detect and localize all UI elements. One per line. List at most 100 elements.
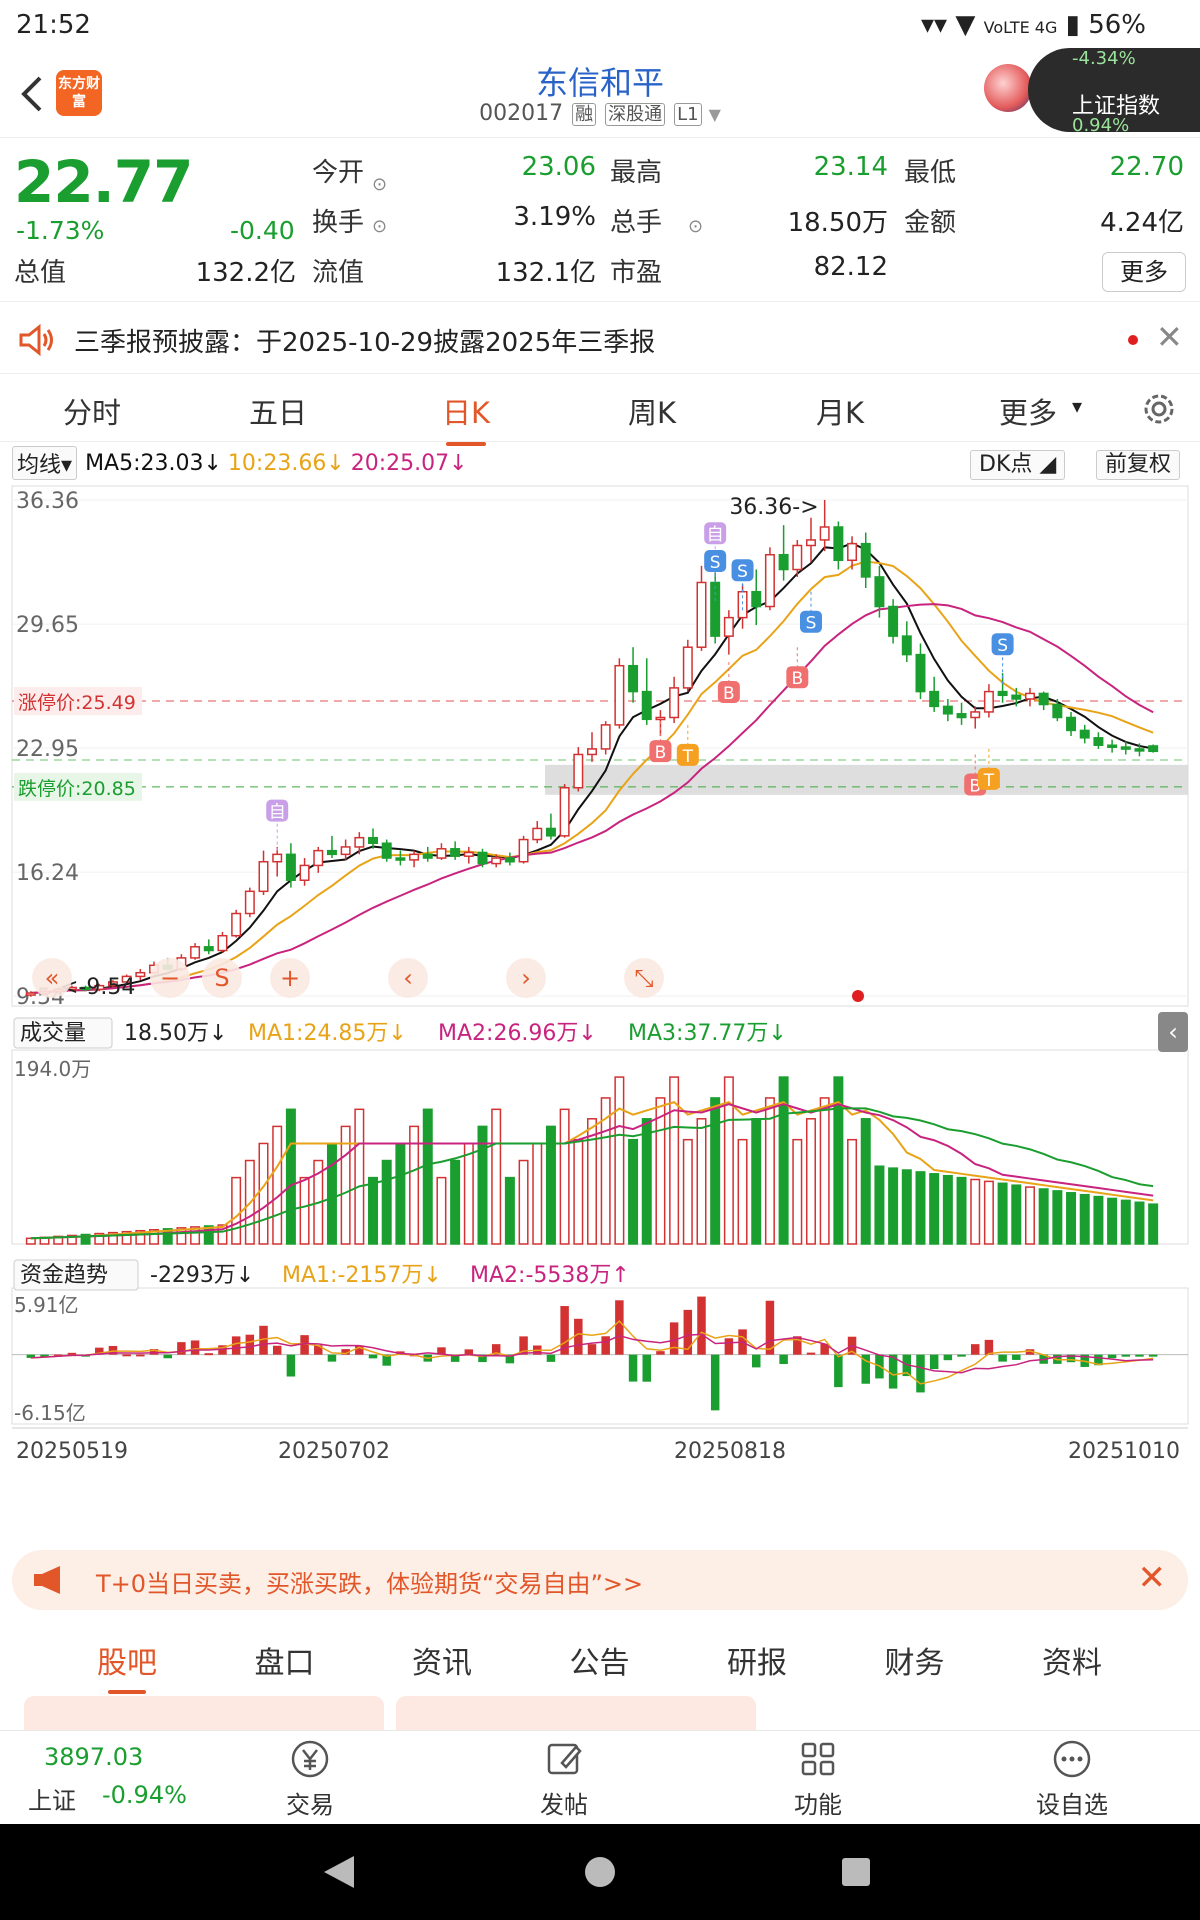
recents-nav-icon[interactable] [842, 1858, 870, 1886]
tab-content[interactable]: 研报 [702, 1638, 812, 1682]
home-nav-icon[interactable] [585, 1857, 615, 1887]
candle-body [600, 724, 611, 750]
index-change: -0.94% [102, 1781, 187, 1809]
status-time: 21:52 [16, 10, 91, 40]
chevron-down-icon: ▼ [708, 105, 721, 124]
forum-card-peek [396, 1696, 756, 1730]
tab-content[interactable]: 资料 [1017, 1638, 1127, 1682]
volume-bar [942, 1174, 953, 1245]
tab-content[interactable]: 资讯 [387, 1638, 497, 1682]
candle-body [190, 946, 201, 959]
candle-body [929, 690, 940, 708]
nav-trade[interactable]: 交易 [250, 1737, 370, 1820]
fund-bar [136, 1354, 145, 1357]
volume-bar [559, 1108, 570, 1245]
volume-bar [710, 1097, 721, 1245]
fund-bar [697, 1296, 706, 1355]
fund-bar [1107, 1354, 1117, 1359]
adjust-button[interactable]: 前复权 [1096, 450, 1181, 480]
candle-body [942, 705, 953, 715]
dk-point-button[interactable]: DK点 ◢ [970, 450, 1066, 480]
candle-body [1148, 745, 1159, 753]
candle-body [272, 853, 283, 863]
candle-body [285, 853, 296, 881]
promo-banner[interactable]: T+0当日买卖，买涨买跌，体验期货“交易自由”>> ✕ [12, 1550, 1188, 1610]
signal-label: S [737, 562, 748, 582]
kline-chart-area[interactable]: 36.3629.6522.9516.249.54涨停价:25.49跌停价:20.… [0, 484, 1200, 1544]
avatar[interactable] [984, 64, 1032, 112]
volume-bar [1024, 1186, 1035, 1245]
promo-text: T+0当日买卖，买涨买跌，体验期货“交易自由”>> [96, 1570, 644, 1598]
tab-period[interactable]: 更多 [968, 390, 1088, 432]
tab-period[interactable]: 五日 [218, 390, 338, 432]
candle-body [915, 653, 926, 693]
volume-bar [956, 1176, 967, 1245]
quote-value: 132.2亿 [195, 258, 296, 288]
volume-bar [901, 1169, 912, 1245]
candle-body [354, 836, 365, 848]
close-icon[interactable]: ✕ [1156, 318, 1183, 356]
tag-level: L1 [674, 103, 702, 126]
fund-bar [163, 1354, 172, 1359]
volume-bar [518, 1159, 529, 1245]
nav-post[interactable]: 发帖 [504, 1737, 624, 1820]
dk-point-label: DK点 [979, 452, 1033, 477]
fund-bar [67, 1352, 77, 1355]
volume-bar [997, 1182, 1008, 1245]
battery-icon: ▮ [1065, 10, 1080, 40]
date-axis-label: 20251010 [1068, 1439, 1180, 1464]
candle-body [1093, 737, 1104, 746]
tab-content[interactable]: 公告 [545, 1638, 655, 1682]
tab-period[interactable]: 日K [406, 390, 526, 446]
info-icon[interactable]: ⊙ [688, 216, 703, 237]
gear-icon[interactable] [1140, 390, 1178, 428]
candle-body [258, 860, 269, 893]
nav-add-watchlist-label: 设自选 [1036, 1791, 1108, 1819]
last-price: 22.77 [14, 148, 193, 216]
volume-bar [587, 1118, 597, 1245]
quote-label: 换手 [312, 208, 365, 238]
tab-period[interactable]: 分时 [32, 390, 152, 432]
latest-marker-dot [852, 990, 864, 1002]
fund-bar [300, 1335, 309, 1355]
info-icon[interactable]: ⊙ [372, 174, 387, 195]
promo-close-icon[interactable]: ✕ [1138, 1558, 1167, 1598]
volume-bar [847, 1138, 858, 1245]
nav-functions[interactable]: 功能 [758, 1737, 878, 1820]
fund-bar [1012, 1354, 1021, 1360]
volume-bar [682, 1138, 693, 1245]
fund-bar [779, 1354, 788, 1365]
more-quote-button[interactable]: 更多 [1102, 252, 1186, 292]
indicator-selector[interactable]: 均线▾ [12, 446, 78, 480]
tab-content[interactable]: 盘口 [230, 1638, 340, 1682]
candle-body [983, 690, 994, 713]
candle-body [956, 713, 967, 719]
tab-period[interactable]: 月K [780, 390, 900, 432]
info-icon[interactable]: ⊙ [372, 216, 387, 237]
tab-period[interactable]: 周K [592, 390, 712, 432]
ma20-value: 20:25.07↓ [350, 450, 468, 476]
volume-bar [970, 1178, 981, 1245]
candle-body [847, 542, 858, 562]
quote-value: 18.50万 [787, 208, 888, 238]
fund-bar [587, 1344, 597, 1355]
candle-body [1134, 748, 1145, 752]
period-tabs: 分时 五日 日K 周K 月K 更多 ▾ [0, 376, 1200, 446]
candle-body [25, 992, 36, 996]
nav-trade-label: 交易 [286, 1791, 334, 1819]
index-float-button[interactable]: -4.34% 上证指数 0.94% [1028, 48, 1200, 136]
nav-add-watchlist[interactable]: 设自选 [1012, 1737, 1132, 1820]
legend-value: 资金趋势 [20, 1263, 108, 1288]
volume-bar [614, 1076, 625, 1245]
candle-body [792, 544, 803, 571]
notice-bar[interactable]: 三季报预披露：于2025-10-29披露2025年三季报 ✕ [0, 304, 1200, 374]
volume-bar [983, 1180, 994, 1245]
volume-bar [285, 1108, 296, 1245]
volume-bar [819, 1097, 830, 1245]
volume-bar [491, 1108, 502, 1245]
tab-content[interactable]: 财务 [860, 1638, 970, 1682]
content-tabs: 股吧 盘口 资讯 公告 研报 财务 资料 [0, 1626, 1200, 1694]
volume-bar [628, 1138, 639, 1245]
back-nav-icon[interactable] [324, 1856, 354, 1888]
tab-content[interactable]: 股吧 [72, 1638, 182, 1694]
